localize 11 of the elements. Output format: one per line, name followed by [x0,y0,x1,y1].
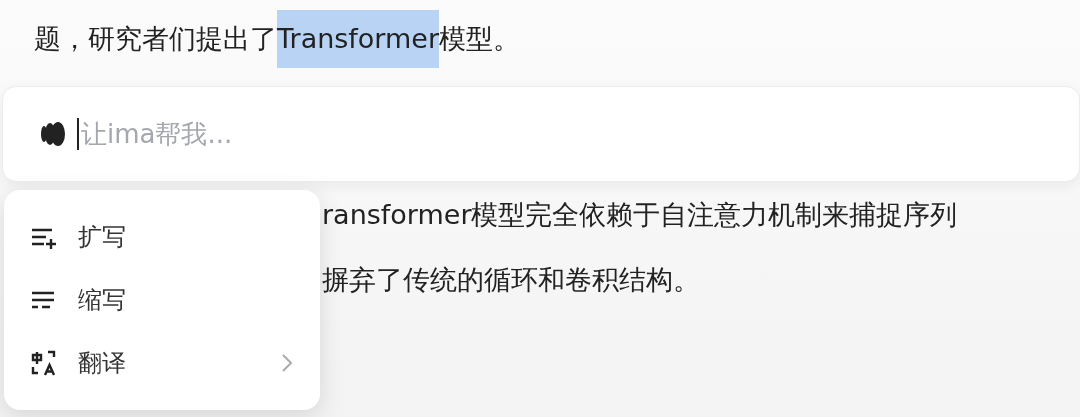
body-text: 题，研究者们提出了 [34,22,277,56]
prompt-field[interactable]: 让ima帮我... [77,118,683,150]
list-text: 摒弃了传统的循环和卷积结构。 [322,262,700,297]
translate-icon [30,349,58,377]
body-text: 模型。 [439,22,520,56]
list-text: ransformer模型完全依赖于自注意力机制来捕捉序列 [322,197,958,232]
logo-icon [39,120,67,148]
menu-item[interactable]: 扩写 [30,205,294,269]
menu-item[interactable]: 缩写 [30,268,294,332]
menu-item[interactable]: 翻译 [30,331,294,395]
selected-text: Transformer [277,10,439,68]
